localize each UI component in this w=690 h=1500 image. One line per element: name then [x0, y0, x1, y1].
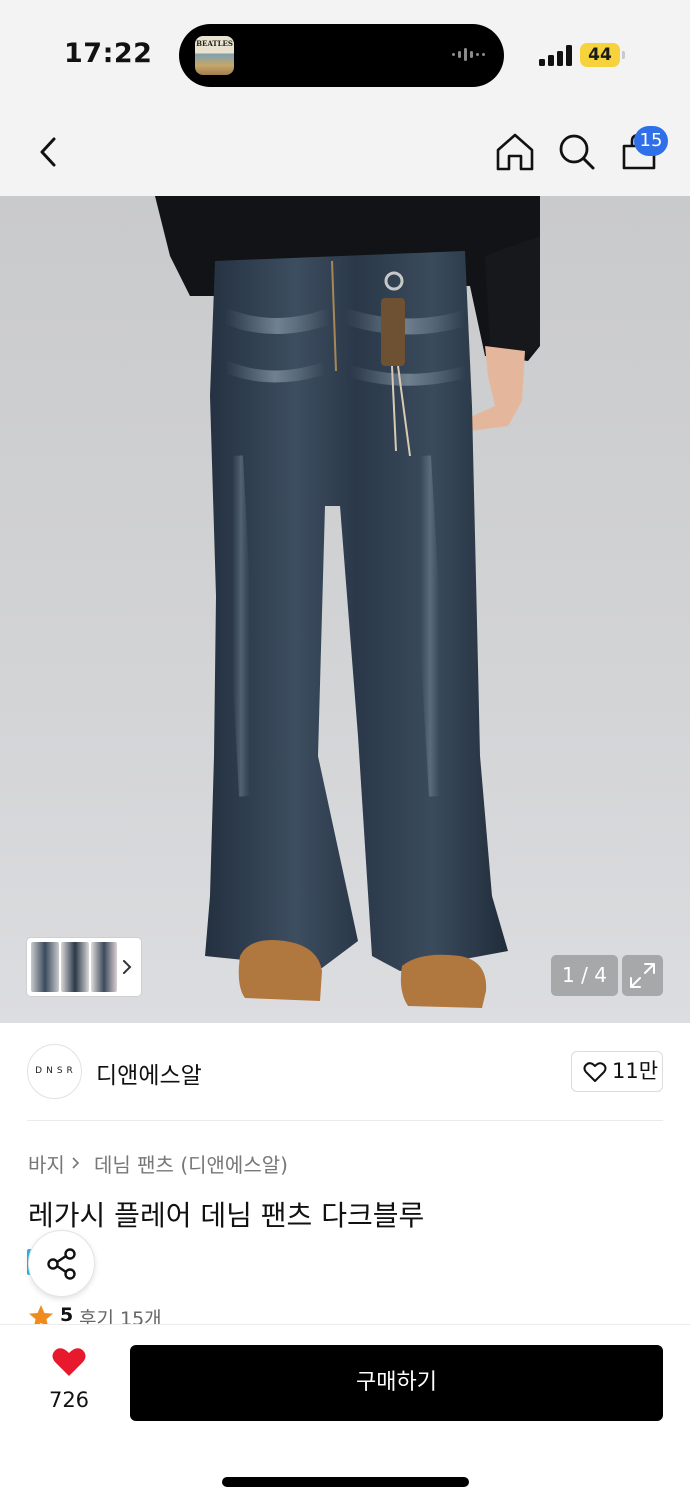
- share-icon: [47, 1248, 76, 1280]
- share-button[interactable]: [28, 1230, 95, 1297]
- battery-terminal: [622, 51, 625, 59]
- brand-like-count: 11만: [612, 1059, 659, 1083]
- product-detail-screen: 17:22 BEATLES 44 15 1 / 4 DNSR 디앤에스알 11만…: [0, 0, 690, 1500]
- artwork-title: BEATLES: [196, 39, 233, 48]
- product-like-count: 726: [48, 1388, 90, 1412]
- breadcrumb-item[interactable]: 데님 팬츠 (디앤에스알): [94, 1149, 288, 1178]
- status-time: 17:22: [64, 38, 153, 69]
- thumbnail-image[interactable]: [91, 942, 117, 992]
- back-chevron-icon[interactable]: [26, 128, 74, 176]
- app-header: [0, 108, 690, 196]
- signal-icon: [539, 44, 572, 66]
- search-icon[interactable]: [553, 128, 601, 176]
- product-image[interactable]: [0, 196, 690, 1023]
- battery-icon: 44: [580, 43, 620, 67]
- buy-button[interactable]: 구매하기: [130, 1345, 663, 1421]
- cart-count-badge: 15: [634, 126, 668, 156]
- divider: [27, 1120, 663, 1121]
- brand-like-button[interactable]: 11만: [571, 1051, 663, 1092]
- home-icon[interactable]: [491, 128, 539, 176]
- chevron-right-icon[interactable]: [120, 955, 134, 979]
- expand-icon[interactable]: [622, 955, 663, 996]
- home-indicator[interactable]: [222, 1477, 469, 1487]
- image-counter: 1 / 4: [551, 955, 618, 996]
- thumbnail-image[interactable]: [31, 942, 59, 992]
- breadcrumb-item[interactable]: 바지: [28, 1149, 65, 1178]
- status-bar: 17:22 BEATLES 44: [0, 0, 690, 108]
- now-playing-artwork: BEATLES: [195, 36, 234, 75]
- battery-level: 44: [588, 45, 612, 65]
- brand-name[interactable]: 디앤에스알: [96, 1056, 202, 1090]
- heart-filled-icon: [52, 1348, 86, 1376]
- brand-logo[interactable]: DNSR: [27, 1044, 82, 1099]
- waveform-icon: [452, 44, 488, 66]
- product-like-button[interactable]: 726: [30, 1346, 108, 1418]
- thumbnail-image[interactable]: [61, 942, 89, 992]
- heart-outline-icon: [583, 1062, 607, 1082]
- rating-value: 5: [60, 1304, 74, 1326]
- product-title: 레가시 플레어 데님 팬츠 다크블루: [28, 1199, 425, 1232]
- chevron-right-icon: [72, 1157, 80, 1169]
